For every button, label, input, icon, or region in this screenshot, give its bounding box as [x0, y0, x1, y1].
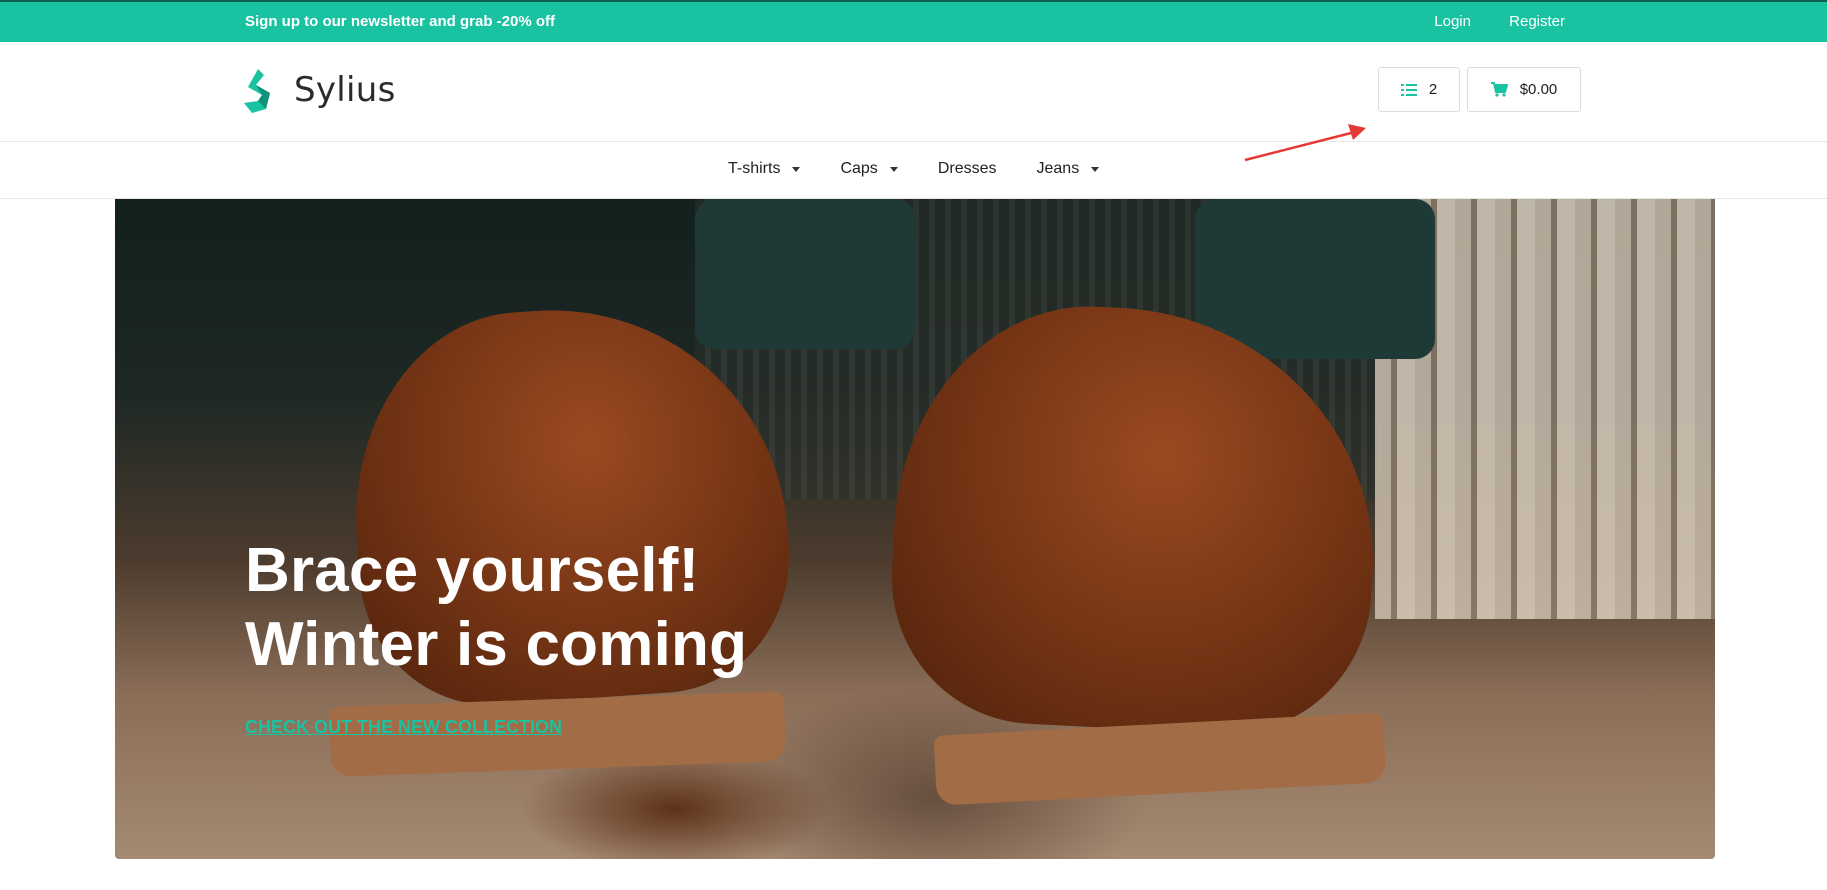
cart-total: $0.00 — [1519, 81, 1558, 98]
cart-button[interactable]: $0.00 — [1467, 67, 1581, 112]
nav-item-label: Caps — [840, 160, 878, 177]
hero-pants-left — [695, 199, 915, 349]
nav-item-label: Dresses — [937, 160, 997, 177]
auth-links: Login Register — [1400, 13, 1565, 30]
newsletter-promo[interactable]: Sign up to our newsletter and grab -20% … — [245, 13, 555, 30]
category-nav: T-shirts Caps Dresses Jeans — [0, 142, 1827, 199]
sylius-logo-icon — [244, 69, 270, 113]
nav-item-label: T-shirts — [728, 160, 781, 177]
compare-count: 2 — [1428, 81, 1438, 98]
hero-headline: Brace yourself! Winter is coming — [245, 534, 747, 682]
hero-cta-link[interactable]: CHECK OUT THE NEW COLLECTION — [245, 717, 562, 738]
caret-down-icon — [889, 166, 898, 172]
site-header: Sylius 2 $0.00 — [0, 42, 1827, 162]
hero-headline-line1: Brace yourself! — [245, 536, 700, 605]
site-logo[interactable]: Sylius — [244, 66, 396, 114]
hero-boot-sole-right — [933, 712, 1387, 806]
caret-down-icon — [792, 166, 801, 172]
login-link[interactable]: Login — [1434, 13, 1471, 30]
hero-pants-right — [1195, 199, 1435, 359]
list-icon — [1400, 83, 1417, 96]
brand-name: Sylius — [294, 70, 396, 110]
nav-item-jeans[interactable]: Jeans — [1037, 160, 1100, 178]
category-menu: T-shirts Caps Dresses Jeans — [728, 160, 1139, 178]
caret-down-icon — [1091, 166, 1100, 172]
nav-item-dresses[interactable]: Dresses — [938, 160, 997, 178]
hero-banner: Brace yourself! Winter is coming CHECK O… — [115, 199, 1715, 859]
compare-list-button[interactable]: 2 — [1378, 67, 1460, 112]
nav-item-label: Jeans — [1036, 160, 1080, 177]
hero-headline-line2: Winter is coming — [245, 610, 748, 679]
nav-item-caps[interactable]: Caps — [840, 160, 898, 178]
nav-item-tshirts[interactable]: T-shirts — [728, 160, 801, 178]
top-bar: Sign up to our newsletter and grab -20% … — [0, 0, 1827, 42]
cart-icon — [1490, 82, 1508, 97]
register-link[interactable]: Register — [1509, 13, 1565, 30]
